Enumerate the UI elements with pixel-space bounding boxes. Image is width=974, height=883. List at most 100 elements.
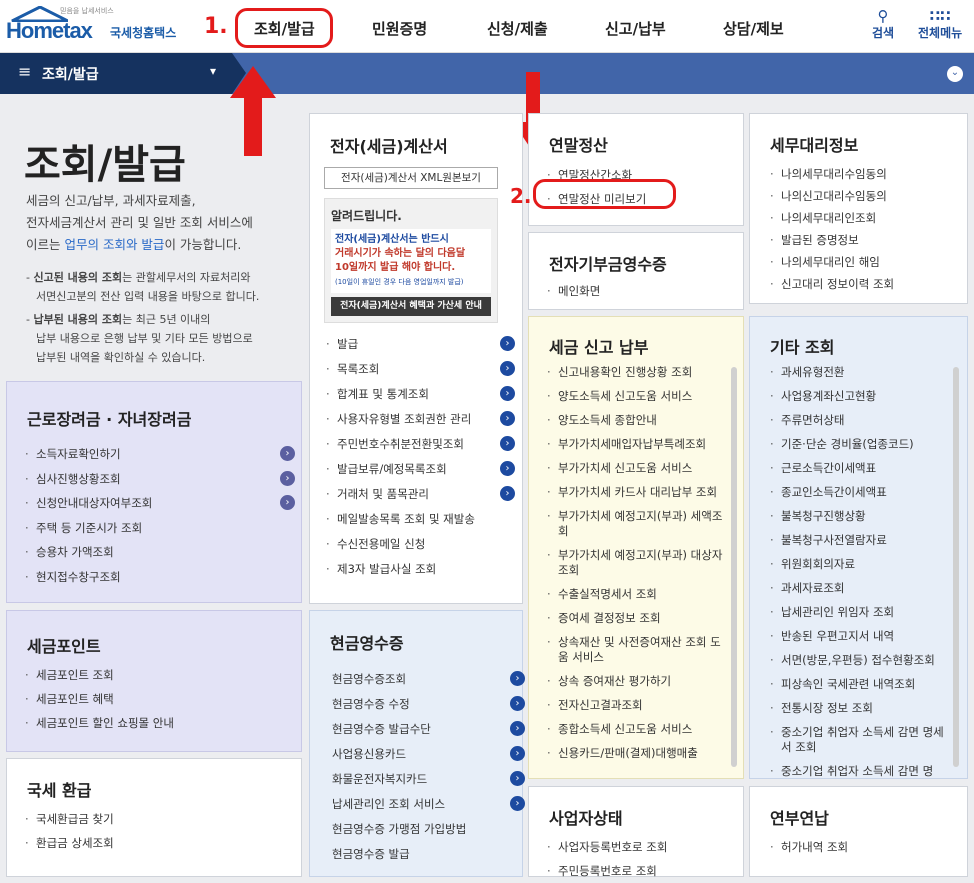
menu-link[interactable]: 현금영수증 발급: [332, 842, 518, 867]
menu-link[interactable]: 기준·단순 경비율(업종코드): [770, 437, 952, 452]
menu-link[interactable]: 목록조회: [326, 357, 516, 382]
hometax-logo[interactable]: 믿음을 납세서비스 Hometax 국세청홈택스: [6, 6, 191, 46]
menu-link[interactable]: 양도소득세 신고도움 서비스: [547, 389, 727, 404]
menu-link[interactable]: 종합소득세 신고도움 서비스: [547, 722, 727, 737]
menu-link[interactable]: 심사진행상황조회: [25, 467, 295, 492]
menu-link[interactable]: 전통시장 정보 조회: [770, 701, 952, 716]
menu-link[interactable]: 발급: [326, 332, 516, 357]
menu-link[interactable]: 제3자 발급사실 조회: [326, 557, 516, 582]
menu-link[interactable]: 주민등록번호로 조회: [547, 859, 667, 883]
menu-link[interactable]: 주류면허상태: [770, 413, 952, 428]
menu-link[interactable]: 국세환급금 찾기: [25, 807, 114, 831]
arrow-right-icon[interactable]: ›: [500, 361, 515, 376]
nav-lookup-issue[interactable]: 조회/발급: [254, 18, 315, 39]
menu-link[interactable]: 신고내용확인 진행상황 조회: [547, 365, 727, 380]
arrow-right-icon[interactable]: ›: [280, 495, 295, 510]
arrow-right-icon[interactable]: ›: [510, 696, 525, 711]
menu-link[interactable]: 주민번호수취분전환및조회: [326, 432, 516, 457]
menu-link[interactable]: 양도소득세 종합안내: [547, 413, 727, 428]
arrow-right-icon[interactable]: ›: [510, 671, 525, 686]
menu-link[interactable]: 현금영수증조회: [332, 667, 518, 692]
menu-link[interactable]: 합계표 및 통계조회: [326, 382, 516, 407]
scrollbar[interactable]: [731, 367, 737, 767]
nav-apply-submit[interactable]: 신청/제출: [487, 18, 548, 39]
menu-link[interactable]: 증여세 결정정보 조회: [547, 611, 727, 626]
menu-link[interactable]: 나의신고대리수임동의: [770, 185, 894, 207]
menu-link[interactable]: 신용카드/판매(결제)대행매출: [547, 746, 727, 761]
menu-link[interactable]: 세금포인트 혜택: [25, 687, 174, 711]
menu-link[interactable]: 사업용신용카드: [332, 742, 518, 767]
arrow-right-icon[interactable]: ›: [280, 446, 295, 461]
arrow-right-icon[interactable]: ›: [510, 721, 525, 736]
arrow-right-icon[interactable]: ›: [510, 771, 525, 786]
menu-link[interactable]: 현지접수창구조회: [25, 565, 295, 590]
arrow-right-icon[interactable]: ›: [500, 336, 515, 351]
arrow-right-icon[interactable]: ›: [500, 436, 515, 451]
expand-chevron-icon[interactable]: ⌄: [947, 66, 963, 82]
menu-link[interactable]: 부가가치세 예정고지(부과) 세액조회: [547, 509, 727, 539]
arrow-right-icon[interactable]: ›: [500, 486, 515, 501]
menu-link[interactable]: 현금영수증 수정: [332, 692, 518, 717]
menu-link[interactable]: 사용자유형별 조회권한 관리: [326, 407, 516, 432]
menu-link[interactable]: 피상속인 국세관련 내역조회: [770, 677, 952, 692]
menu-link[interactable]: 과세자료조회: [770, 581, 952, 596]
menu-link[interactable]: 나의세무대리수임동의: [770, 163, 894, 185]
menu-link[interactable]: 상속 증여재산 평가하기: [547, 674, 727, 689]
arrow-right-icon[interactable]: ›: [280, 470, 295, 486]
arrow-right-icon[interactable]: ›: [500, 461, 515, 476]
menu-link[interactable]: 위원회회의자료: [770, 557, 952, 572]
menu-link[interactable]: 세금포인트 할인 쇼핑몰 안내: [25, 711, 174, 735]
sub-nav-selector[interactable]: ≡ 조회/발급 ▾: [0, 53, 246, 94]
scrollbar[interactable]: [953, 367, 959, 767]
menu-link[interactable]: 소득자료확인하기: [25, 442, 295, 467]
menu-link[interactable]: 납세관리인 조회 서비스: [332, 792, 518, 817]
menu-link[interactable]: 나의세무대리인조회: [770, 207, 894, 229]
menu-link[interactable]: 수신전용메일 신청: [326, 532, 516, 557]
nav-consult[interactable]: 상담/제보: [723, 18, 784, 39]
menu-link[interactable]: 중소기업 취업자 소득세 감면 명세서 조회: [770, 725, 952, 755]
menu-link[interactable]: 부가가치세매입자납부특례조회: [547, 437, 727, 452]
all-menu-button[interactable]: ∷∷ 전체메뉴: [918, 8, 962, 41]
menu-link[interactable]: 사업용계좌신고현황: [770, 389, 952, 404]
menu-link[interactable]: 수출실적명세서 조회: [547, 587, 727, 602]
menu-link[interactable]: 종교인소득간이세액표: [770, 485, 952, 500]
menu-link[interactable]: 근로소득간이세액표: [770, 461, 952, 476]
xml-view-button[interactable]: 전자(세금)계산서 XML원본보기: [324, 167, 498, 189]
menu-link[interactable]: 서면(방문,우편등) 접수현황조회: [770, 653, 952, 668]
menu-link[interactable]: 승용차 가액조회: [25, 540, 295, 565]
menu-link[interactable]: 불복청구진행상황: [770, 509, 952, 524]
menu-link[interactable]: 거래처 및 품목관리: [326, 482, 516, 507]
menu-link[interactable]: 부가가치세 예정고지(부과) 대상자 조회: [547, 548, 727, 578]
menu-link[interactable]: 납세관리인 위임자 조회: [770, 605, 952, 620]
menu-link[interactable]: 메일발송목록 조회 및 재발송: [326, 507, 516, 532]
menu-link[interactable]: 주택 등 기준시가 조회: [25, 516, 295, 541]
menu-link[interactable]: 과세유형전환: [770, 365, 952, 380]
nav-civil-cert[interactable]: 민원증명: [372, 18, 427, 39]
menu-link[interactable]: 발급된 증명정보: [770, 229, 894, 251]
menu-link[interactable]: 사업자등록번호로 조회: [547, 835, 667, 859]
nav-report-pay[interactable]: 신고/납부: [605, 18, 666, 39]
arrow-right-icon[interactable]: ›: [510, 746, 525, 761]
menu-link[interactable]: 세금포인트 조회: [25, 663, 174, 687]
search-button[interactable]: ⚲ 검색: [872, 8, 894, 41]
menu-link[interactable]: 불복청구사전열람자료: [770, 533, 952, 548]
menu-link[interactable]: 신고대리 정보이력 조회: [770, 273, 894, 295]
benefit-guide-button[interactable]: 전자(세금)계산서 혜택과 가산세 안내: [331, 297, 491, 316]
menu-link[interactable]: 환급금 상세조회: [25, 831, 114, 855]
menu-link[interactable]: 신청안내대상자여부조회: [25, 491, 295, 516]
arrow-right-icon[interactable]: ›: [510, 796, 525, 811]
menu-link[interactable]: 화물운전자복지카드: [332, 767, 518, 792]
menu-link[interactable]: 부가가치세 신고도움 서비스: [547, 461, 727, 476]
menu-link[interactable]: 중소기업 취업자 소득세 감면 명: [770, 764, 952, 778]
menu-link[interactable]: 전자신고결과조회: [547, 698, 727, 713]
menu-link[interactable]: 반송된 우편고지서 내역: [770, 629, 952, 644]
arrow-right-icon[interactable]: ›: [500, 386, 515, 401]
menu-link[interactable]: 발급보류/예정목록조회: [326, 457, 516, 482]
menu-link[interactable]: 현금영수증 가맹점 가입방법: [332, 817, 518, 842]
menu-link[interactable]: 현금영수증 발급수단: [332, 717, 518, 742]
arrow-right-icon[interactable]: ›: [500, 411, 515, 426]
menu-link[interactable]: 메인화면: [547, 280, 600, 302]
menu-link[interactable]: 나의세무대리인 해임: [770, 251, 894, 273]
menu-link[interactable]: 부가가치세 카드사 대리납부 조회: [547, 485, 727, 500]
menu-link[interactable]: 허가내역 조회: [770, 835, 848, 859]
